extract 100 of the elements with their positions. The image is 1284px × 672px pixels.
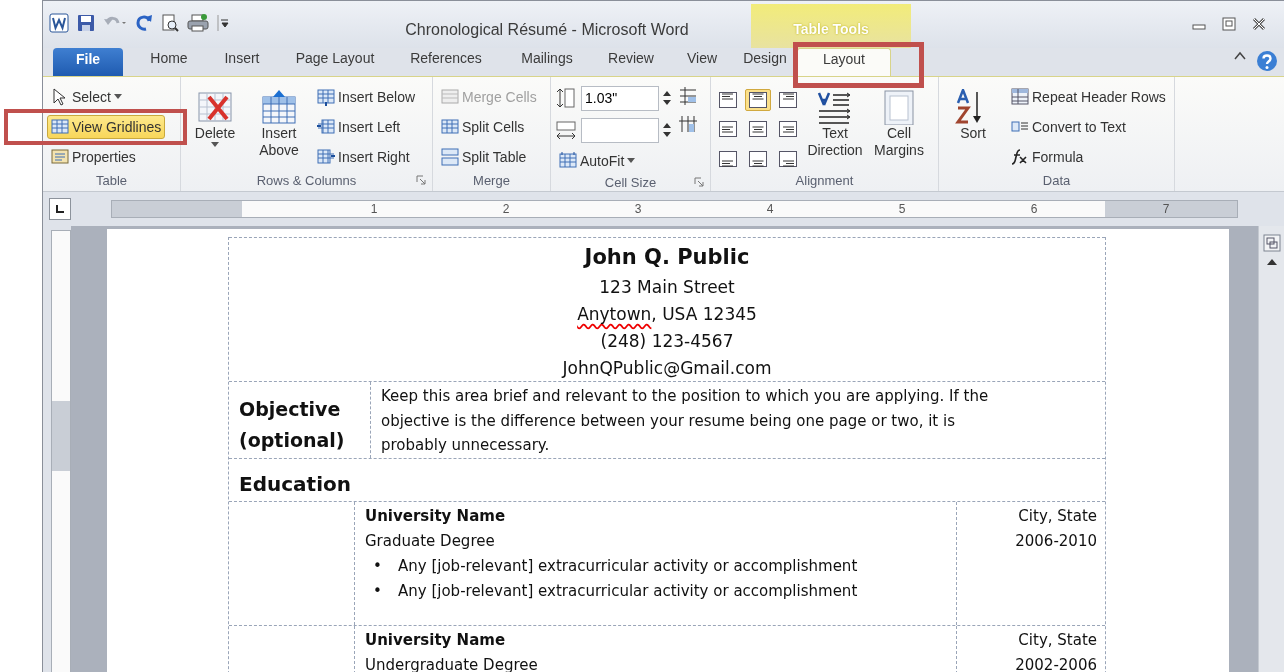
ribbon-button[interactable]: Split Cells xyxy=(437,115,529,139)
contact-line: Anytown, USA 12345 xyxy=(577,303,757,326)
ribbon-button[interactable]: AutoFit xyxy=(555,149,640,173)
caret-icon xyxy=(211,142,219,148)
ribbon-button[interactable]: Insert Below xyxy=(313,85,420,109)
insert-row-icon xyxy=(317,88,335,106)
spin-arrows-icon[interactable] xyxy=(663,122,671,138)
maximize-icon[interactable] xyxy=(1222,17,1236,31)
save-icon[interactable] xyxy=(77,14,95,32)
align-icon xyxy=(719,150,737,167)
ribbon-button[interactable]: Text Direction xyxy=(805,81,865,171)
distribute-columns-icon xyxy=(678,114,698,134)
ribbon-tab[interactable]: Insert xyxy=(213,48,271,76)
resume-name: John Q. Public xyxy=(584,244,750,271)
ribbon-tab[interactable]: Design xyxy=(737,48,793,76)
section-heading: Objective xyxy=(239,397,342,422)
date-range: 2002-2006 xyxy=(1014,654,1097,672)
collapse-ribbon-icon[interactable] xyxy=(1234,50,1246,62)
align-icon xyxy=(779,121,797,138)
caret-icon xyxy=(627,158,636,164)
align-icon xyxy=(719,92,737,108)
ribbon-group-label: Table xyxy=(95,173,128,188)
ribbon-tab[interactable]: Home xyxy=(139,48,199,76)
scroll-up-icon[interactable] xyxy=(1265,258,1278,266)
ribbon-tab[interactable]: References xyxy=(399,48,493,76)
ribbon-tab[interactable]: File xyxy=(53,48,123,76)
close-icon[interactable] xyxy=(1252,17,1266,31)
insert-column-icon xyxy=(317,118,335,136)
ribbon-button[interactable]: Select xyxy=(47,85,126,109)
horizontal-ruler[interactable]: 1 2 3 4 5 6 7 xyxy=(111,200,1238,218)
ribbon-button[interactable]: Insert Above xyxy=(249,81,309,171)
spin-field[interactable]: 1.03" xyxy=(581,85,659,111)
autofit-icon xyxy=(559,152,577,170)
ribbon-group-label: Rows & Columns xyxy=(256,173,357,188)
properties-icon xyxy=(51,148,69,166)
dialog-launcher-icon[interactable] xyxy=(416,175,426,185)
merge-cells-icon xyxy=(441,88,459,106)
spin-field[interactable] xyxy=(581,117,659,143)
ruler-number: 4 xyxy=(765,201,775,217)
ribbon-button[interactable]: Insert Left xyxy=(313,115,405,139)
location-text: City, State xyxy=(1017,629,1097,651)
bullet-marker: • xyxy=(373,555,383,577)
ruler-number: 7 xyxy=(1161,201,1171,217)
ribbon-tab[interactable]: Mailings xyxy=(507,48,587,76)
spin-arrows-icon[interactable] xyxy=(663,90,671,106)
ruler-number: 1 xyxy=(369,201,379,217)
tab-stop-selector[interactable] xyxy=(49,198,71,220)
insert-row-above-icon xyxy=(261,89,297,125)
bullet-marker: • xyxy=(373,580,383,602)
ribbon-tab[interactable]: Review xyxy=(599,48,663,76)
dialog-launcher-icon[interactable] xyxy=(694,177,704,187)
redo-icon[interactable] xyxy=(135,14,153,32)
bullet-text: Any [job-relevant] extracurricular activity or accomplishment xyxy=(398,580,858,602)
ribbon-button[interactable]: Formula xyxy=(1007,145,1088,169)
align-icon xyxy=(719,121,737,138)
ribbon-button[interactable]: Sort xyxy=(943,81,1003,171)
window-title: Chronological Résumé - Microsoft Word xyxy=(404,20,690,40)
ribbon-tab[interactable]: Layout xyxy=(797,48,891,76)
tab-stop-icon xyxy=(55,204,65,214)
formula-icon xyxy=(1011,148,1029,166)
ribbon-tab[interactable]: View xyxy=(677,48,727,76)
bullet-text: Any [job-relevant] extracurricular activity or accomplishment xyxy=(398,555,858,577)
ribbon-button[interactable]: Cell Margins xyxy=(869,81,929,171)
degree-text: Undergraduate Degree xyxy=(365,654,539,672)
ruler-number: 5 xyxy=(897,201,907,217)
print-preview-icon[interactable] xyxy=(161,14,179,32)
help-icon[interactable] xyxy=(1256,50,1278,72)
context-tab-group-label: Table Tools xyxy=(751,4,911,48)
ribbon-button[interactable]: Split Table xyxy=(437,145,531,169)
vertical-scrollbar[interactable] xyxy=(1258,226,1284,672)
split-cells-icon xyxy=(441,118,459,136)
cell-alignment-button[interactable] xyxy=(745,89,771,111)
align-icon xyxy=(779,92,797,108)
printer-icon[interactable] xyxy=(187,14,209,32)
align-icon xyxy=(749,121,767,138)
align-icon xyxy=(749,92,767,108)
ribbon-button[interactable]: Convert to Text xyxy=(1007,115,1130,139)
ribbon-button[interactable]: Properties xyxy=(47,145,140,169)
ribbon-button[interactable]: Repeat Header Rows xyxy=(1007,85,1170,109)
word-logo-icon[interactable] xyxy=(49,13,69,33)
distribute-rows-icon xyxy=(678,86,698,106)
customize-toolbar-icon[interactable] xyxy=(217,14,229,32)
degree-text: Graduate Degree xyxy=(365,530,496,552)
school-name: University Name xyxy=(365,629,507,651)
insert-column-icon xyxy=(317,148,335,166)
ruler-number: 6 xyxy=(1029,201,1039,217)
align-icon xyxy=(749,150,767,167)
school-name: University Name xyxy=(365,505,507,527)
ribbon-button[interactable]: View Gridlines xyxy=(47,115,166,139)
grid-icon xyxy=(51,118,69,136)
ribbon-button[interactable]: Insert Right xyxy=(313,145,414,169)
view-ruler-icon[interactable] xyxy=(1262,234,1281,252)
ribbon-group-label: Cell Size xyxy=(604,175,657,190)
ribbon-button[interactable]: Delete xyxy=(185,81,245,171)
ribbon-tab[interactable]: Page Layout xyxy=(285,48,385,76)
ruler-number: 3 xyxy=(633,201,643,217)
contact-line: 123 Main Street xyxy=(599,276,735,299)
ruler-number: 2 xyxy=(501,201,511,217)
ribbon-group-label: Data xyxy=(1042,173,1071,188)
contact-line: JohnQPublic@Gmail.com xyxy=(562,357,772,380)
